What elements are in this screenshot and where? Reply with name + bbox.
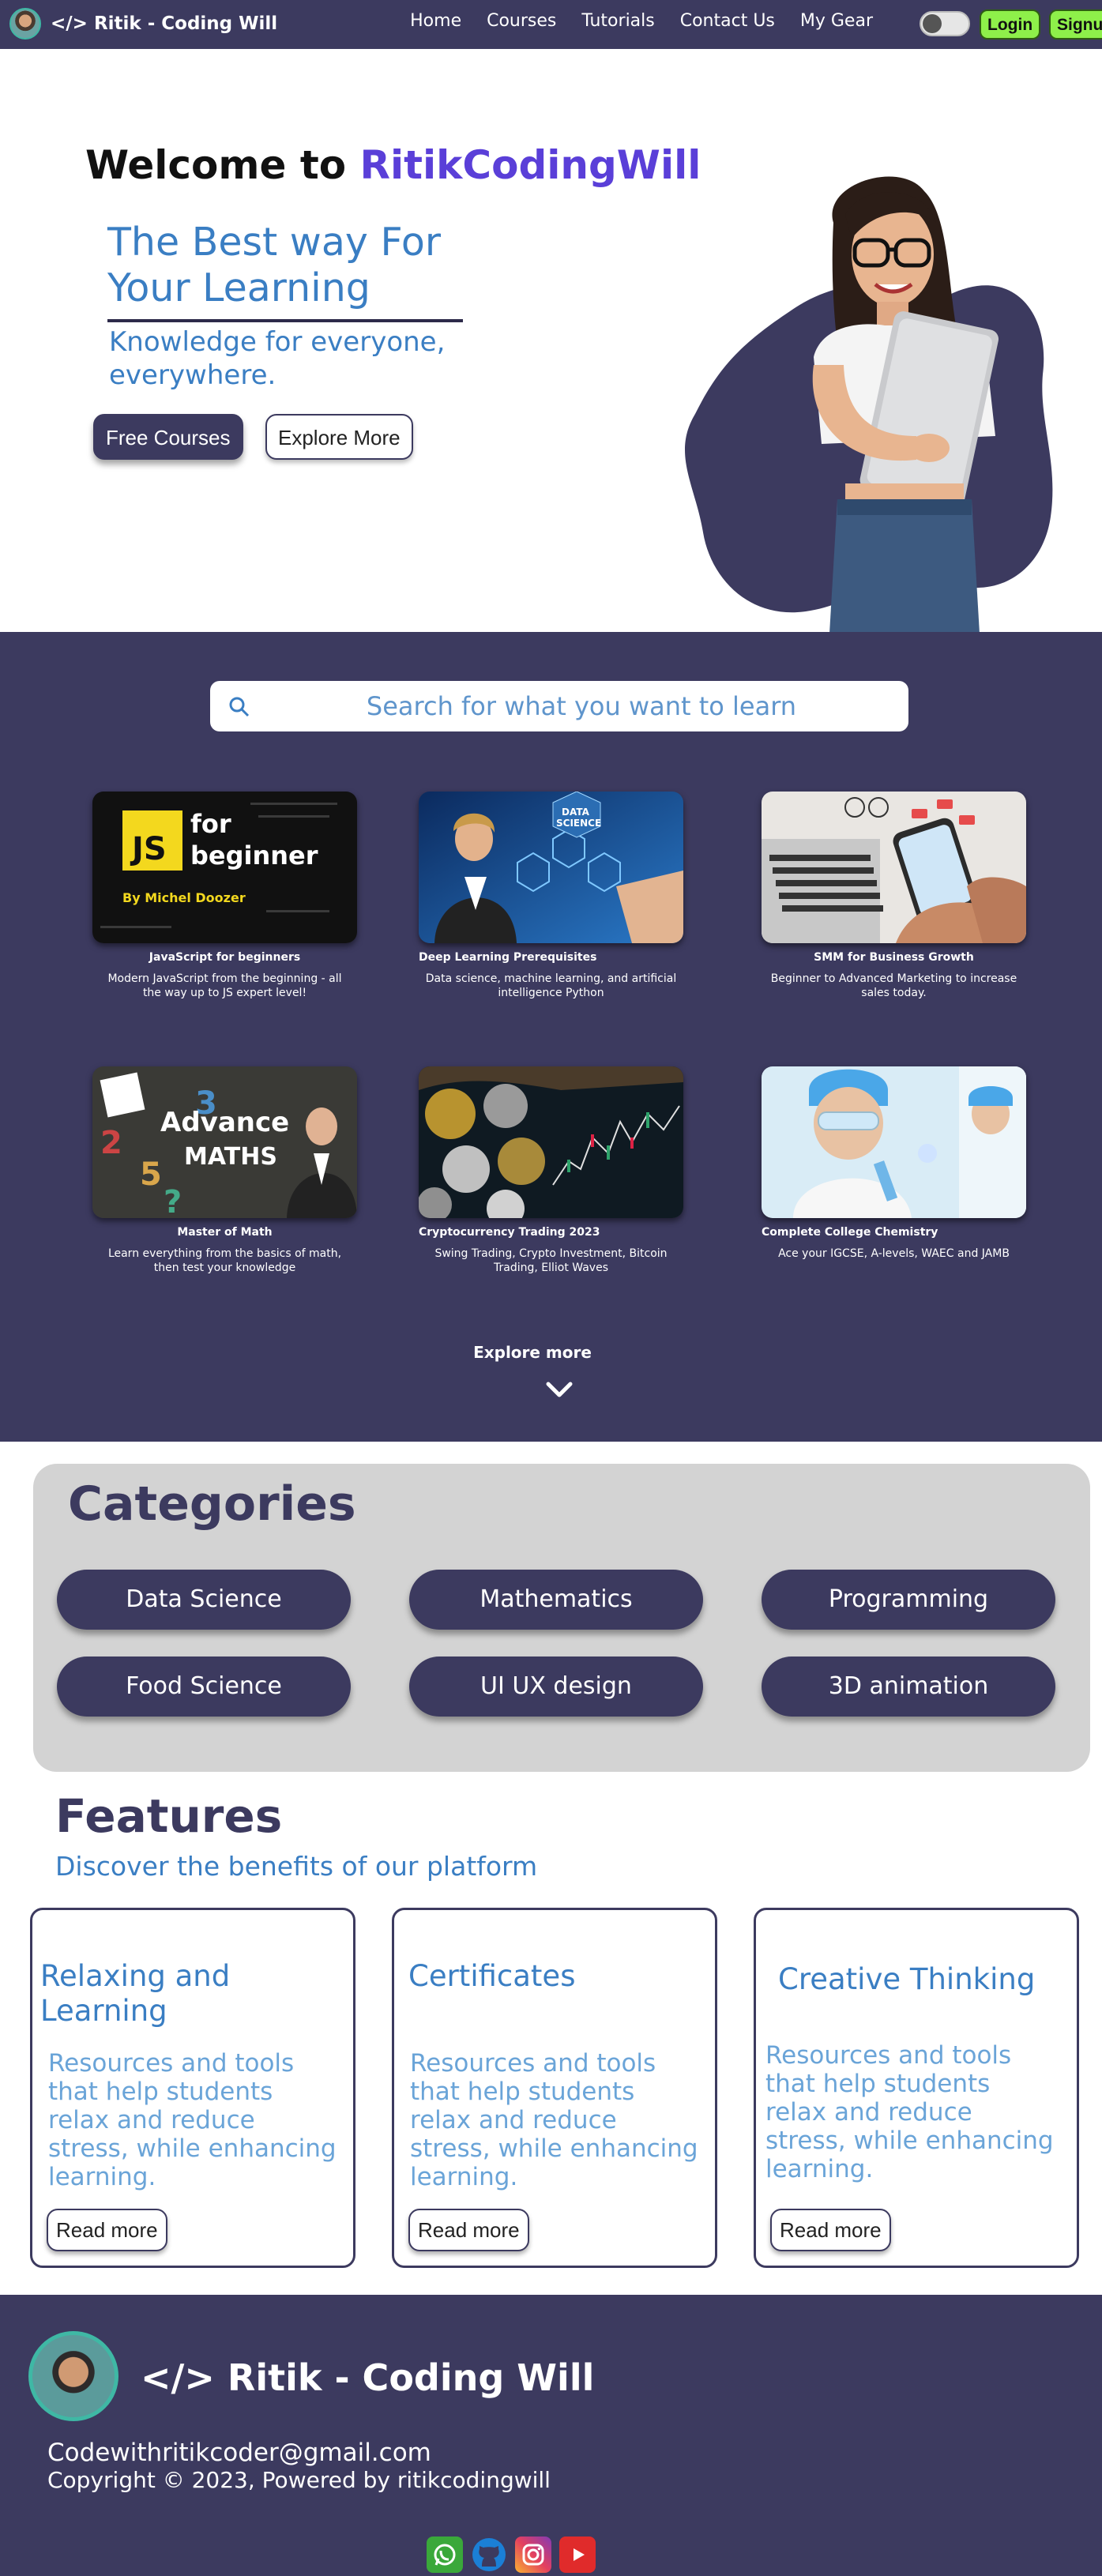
footer-email[interactable]: Codewithritikcoder@gmail.com <box>47 2439 431 2467</box>
course-description: Ace your IGCSE, A-levels, WAEC and JAMB <box>778 1247 1010 1260</box>
category-food-science[interactable]: Food Science <box>57 1657 351 1717</box>
category-data-science[interactable]: Data Science <box>57 1570 351 1630</box>
nav-link-contact[interactable]: Contact Us <box>680 11 775 31</box>
footer: </> Ritik - Coding Will Codewithritikcod… <box>0 2295 1102 2576</box>
social-links <box>427 2537 596 2573</box>
course-description: Beginner to Advanced Marketing to increa… <box>770 972 1017 999</box>
svg-text:5: 5 <box>140 1156 162 1193</box>
course-card-crypto[interactable]: Cryptocurrency Trading 2023 Swing Tradin… <box>419 1066 683 1275</box>
course-description: Modern JavaScript from the beginning - a… <box>107 972 342 999</box>
course-thumbnail <box>762 1066 1026 1218</box>
course-title: Complete College Chemistry <box>762 1226 938 1239</box>
category-programming[interactable]: Programming <box>762 1570 1055 1630</box>
brand-avatar <box>9 8 41 39</box>
theme-toggle[interactable] <box>920 11 970 36</box>
free-courses-button[interactable]: Free Courses <box>93 414 243 460</box>
category-mathematics[interactable]: Mathematics <box>409 1570 703 1630</box>
youtube-icon[interactable] <box>559 2537 596 2573</box>
top-navbar: </> Ritik - Coding Will Home Courses Tut… <box>0 0 1102 49</box>
feature-description: Resources and tools that help students r… <box>765 2041 1054 2183</box>
category-ui-ux-design[interactable]: UI UX design <box>409 1657 703 1717</box>
instagram-icon[interactable] <box>515 2537 551 2573</box>
brand-title: </> Ritik - Coding Will <box>51 13 278 34</box>
thumb-maths-text: MATHS <box>184 1143 277 1171</box>
thumb-author-text: By Michel Doozer <box>122 890 246 905</box>
course-thumbnail <box>762 792 1026 943</box>
footer-brand: </> Ritik - Coding Will <box>141 2356 595 2399</box>
category-3d-animation[interactable]: 3D animation <box>762 1657 1055 1717</box>
whatsapp-icon[interactable] <box>427 2537 463 2573</box>
course-thumbnail: JS for beginner By Michel Doozer <box>92 792 357 943</box>
signup-button[interactable]: Signup <box>1049 9 1102 39</box>
course-description: Swing Trading, Crypto Investment, Bitcoi… <box>434 1247 668 1274</box>
thumb-beginner-text: beginner <box>190 840 318 871</box>
search-icon <box>229 697 250 717</box>
svg-text:?: ? <box>164 1184 182 1218</box>
welcome-heading: Welcome to RitikCodingWill <box>85 142 701 188</box>
nav-link-tutorials[interactable]: Tutorials <box>581 11 654 31</box>
explore-more-link[interactable]: Explore more <box>427 1343 638 1362</box>
nav-link-courses[interactable]: Courses <box>487 11 556 31</box>
course-title: Deep Learning Prerequisites <box>419 951 597 964</box>
nav-links: Home Courses Tutorials Contact Us My Gea… <box>410 11 873 31</box>
feature-card-relaxing: Relaxing and Learning Resources and tool… <box>30 1908 355 2268</box>
course-title: SMM for Business Growth <box>814 951 974 964</box>
feature-title: Creative Thinking <box>778 1962 1036 1996</box>
read-more-button[interactable]: Read more <box>47 2209 167 2251</box>
nav-link-home[interactable]: Home <box>410 11 461 31</box>
footer-copyright: Copyright © 2023, Powered by ritikcoding… <box>47 2467 551 2493</box>
course-card-math[interactable]: 5 2? 3 Advance MATHS Master of Math Learn … <box>92 1066 357 1275</box>
feature-title: Relaxing and Learning <box>40 1959 231 2028</box>
chevron-down-icon[interactable] <box>543 1378 575 1401</box>
github-icon[interactable] <box>471 2537 507 2573</box>
feature-description: Resources and tools that help students r… <box>410 2049 698 2191</box>
course-thumbnail: 5 2? 3 Advance MATHS <box>92 1066 357 1218</box>
svg-text:2: 2 <box>100 1125 122 1161</box>
course-card-smm[interactable]: SMM for Business Growth Beginner to Adva… <box>762 792 1026 1000</box>
welcome-prefix: Welcome to <box>85 142 360 188</box>
feature-description: Resources and tools that help students r… <box>48 2049 337 2191</box>
read-more-button[interactable]: Read more <box>408 2209 529 2251</box>
course-title: JavaScript for beginners <box>149 951 301 964</box>
hero-tagline: The Best way For Your Learning <box>107 220 442 310</box>
thumb-data-text: DATA <box>562 807 590 818</box>
toggle-knob <box>923 14 942 33</box>
course-description: Data science, machine learning, and arti… <box>425 972 677 999</box>
tagline-underline <box>107 319 463 322</box>
feature-card-certificates: Certificates Resources and tools that he… <box>392 1908 717 2268</box>
course-search-bar <box>210 681 908 731</box>
thumb-science-text: SCIENCE <box>556 818 601 829</box>
read-more-button[interactable]: Read more <box>770 2209 891 2251</box>
hero-subtitle: Knowledge for everyone, everywhere. <box>109 326 446 391</box>
course-thumbnail: DATA SCIENCE <box>419 792 683 943</box>
course-card-javascript[interactable]: JS for beginner By Michel Doozer JavaScr… <box>92 792 357 1000</box>
features-title: Features <box>55 1789 283 1843</box>
brand[interactable]: </> Ritik - Coding Will <box>9 8 277 39</box>
welcome-accent: RitikCodingWill <box>359 142 701 188</box>
course-title: Master of Math <box>177 1226 273 1239</box>
courses-section: JS for beginner By Michel Doozer JavaScr… <box>0 632 1102 1442</box>
features-section: Features Discover the benefits of our pl… <box>0 1789 1102 2295</box>
course-title: Cryptocurrency Trading 2023 <box>419 1226 600 1239</box>
categories-section: Categories Data Science Mathematics Prog… <box>0 1442 1102 1789</box>
footer-avatar <box>28 2331 118 2421</box>
nav-link-my-gear[interactable]: My Gear <box>800 11 873 31</box>
course-description: Learn everything from the basics of math… <box>107 1247 342 1274</box>
feature-card-creative-thinking: Creative Thinking Resources and tools th… <box>754 1908 1079 2268</box>
feature-title: Certificates <box>408 1959 576 1993</box>
categories-title: Categories <box>68 1476 356 1532</box>
features-subtitle: Discover the benefits of our platform <box>55 1851 538 1882</box>
thumb-advance-text: Advance <box>160 1107 289 1138</box>
login-button[interactable]: Login <box>980 9 1041 39</box>
thumb-for-text: for <box>190 809 231 839</box>
course-thumbnail <box>419 1066 683 1218</box>
explore-more-button[interactable]: Explore More <box>265 414 413 460</box>
hero-section: Welcome to RitikCodingWill The Best way … <box>0 49 1102 634</box>
course-card-chemistry[interactable]: Complete College Chemistry Ace your IGCS… <box>762 1066 1026 1261</box>
thumb-js-text: JS <box>130 831 167 867</box>
search-input[interactable] <box>273 681 889 731</box>
student-girl-illustration <box>812 176 999 634</box>
course-card-deep-learning[interactable]: DATA SCIENCE Deep Learning Prerequisites… <box>419 792 683 1000</box>
